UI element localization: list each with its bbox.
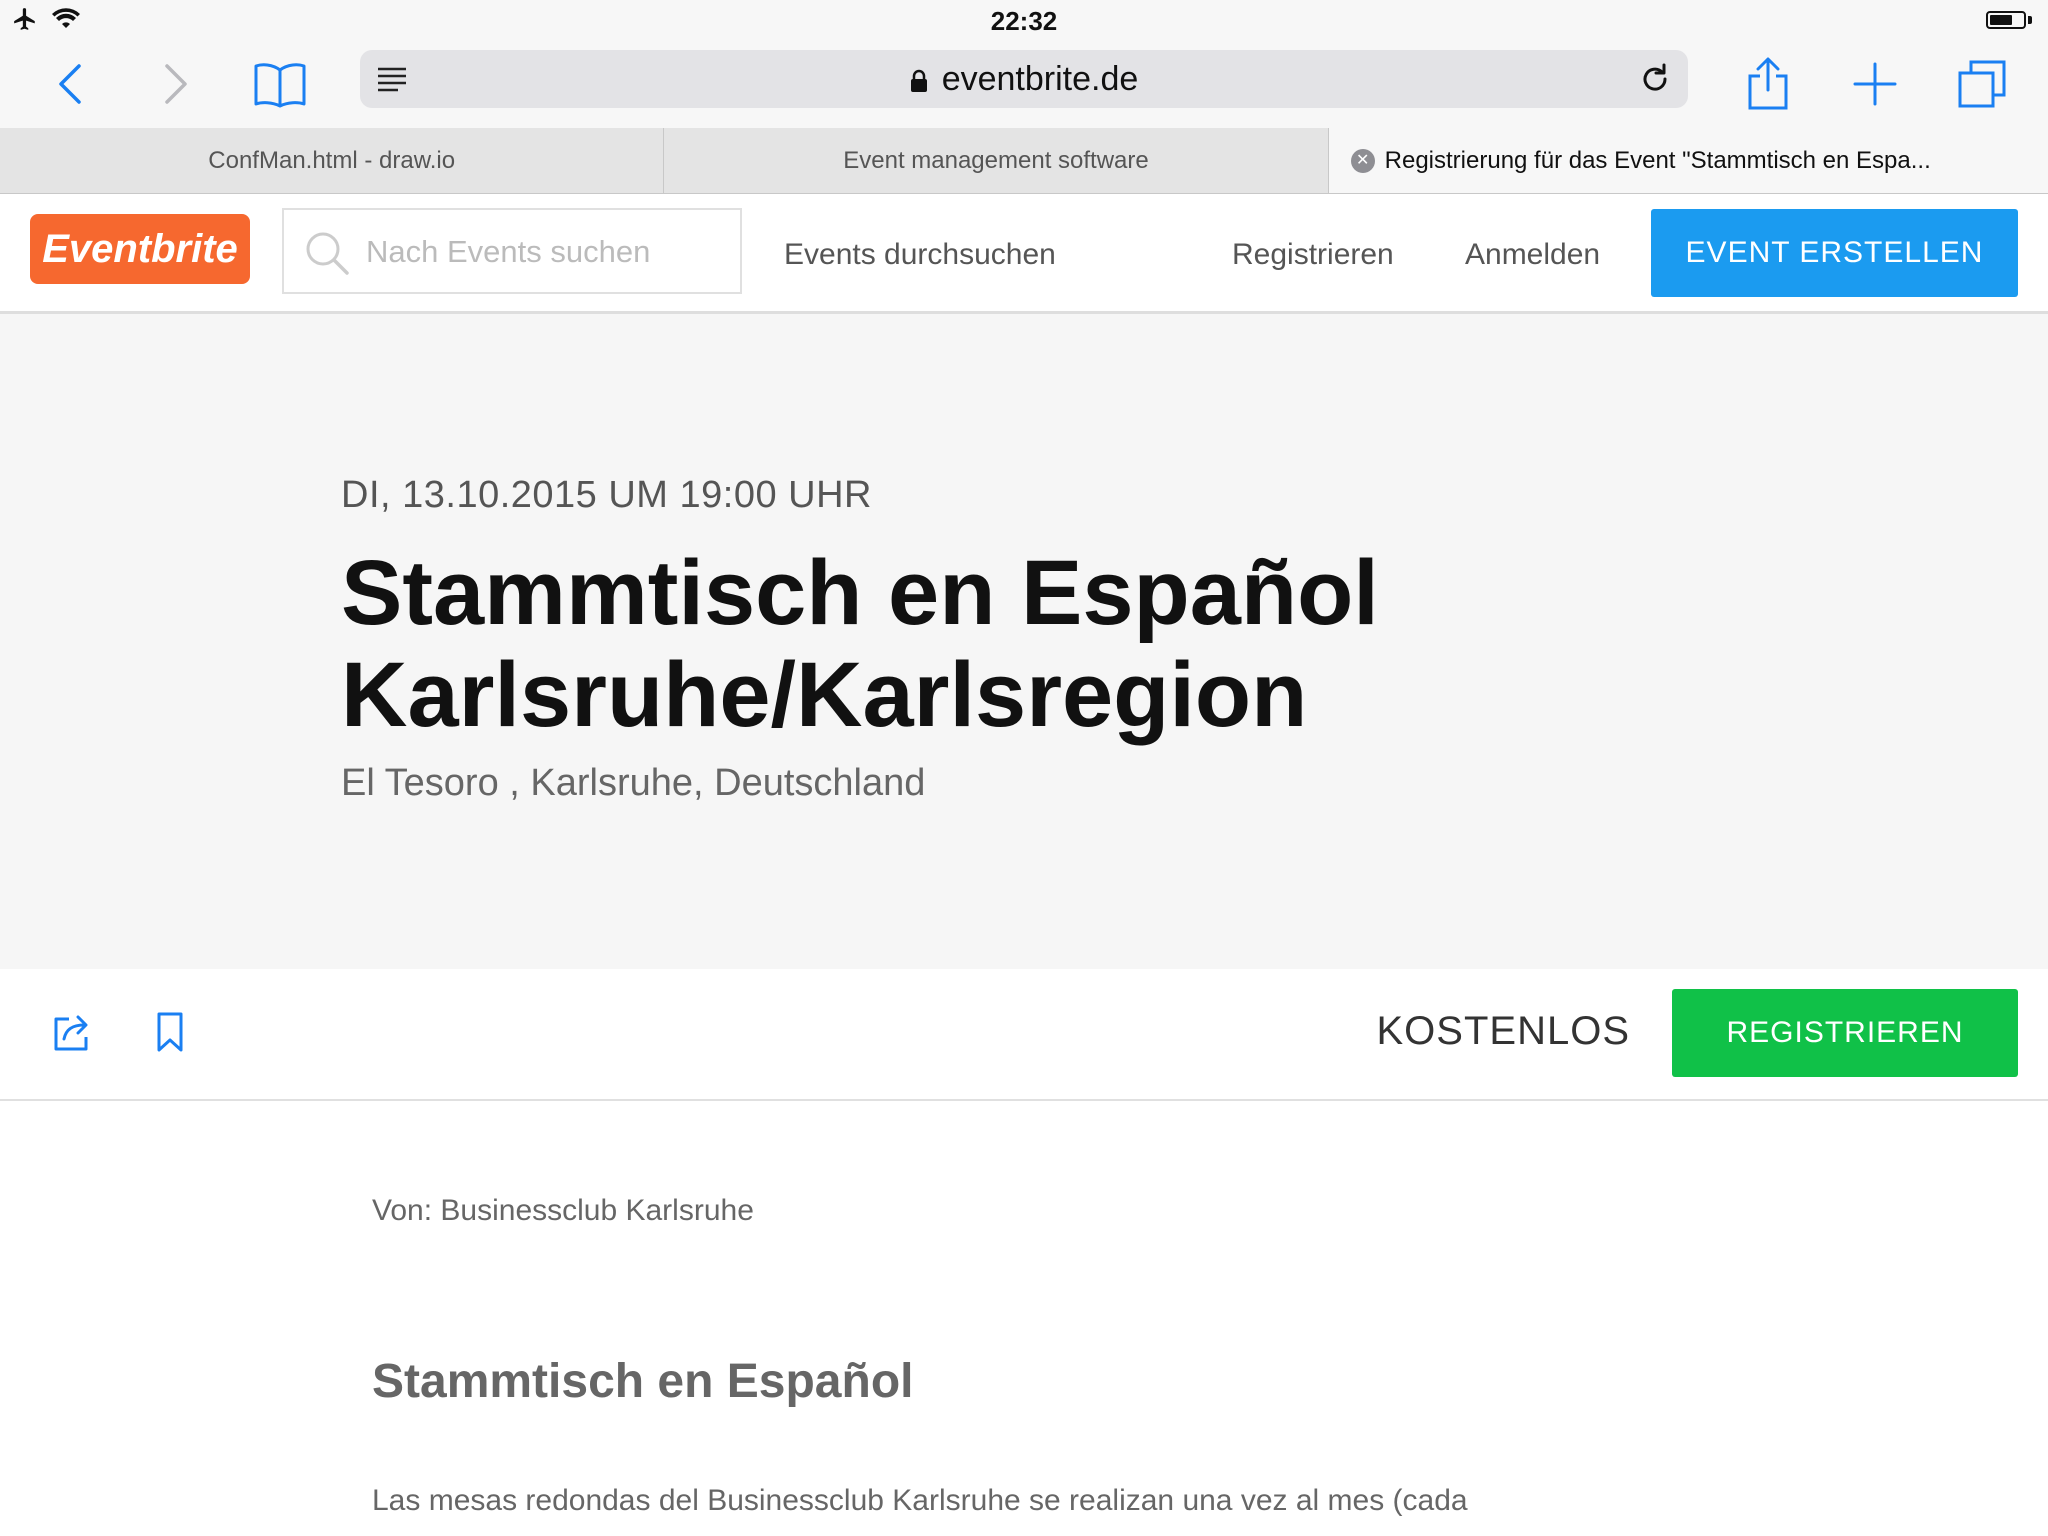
bookmark-icon[interactable] <box>156 1011 184 1053</box>
register-button[interactable]: REGISTRIEREN <box>1672 989 2018 1077</box>
search-icon <box>306 232 349 275</box>
event-action-bar: KOSTENLOS REGISTRIEREN <box>0 969 2048 1101</box>
reload-icon[interactable] <box>1638 62 1672 96</box>
search-input[interactable]: Nach Events suchen <box>282 208 742 294</box>
plus-icon <box>1853 62 1897 106</box>
tab-event-management[interactable]: Event management software <box>664 128 1329 193</box>
tab-registration[interactable]: ✕ Registrierung für das Event "Stammtisc… <box>1328 128 2048 193</box>
event-title-line-1: Stammtisch en Español <box>341 542 1379 644</box>
chevron-right-icon <box>165 64 187 104</box>
new-tab-button[interactable] <box>1845 54 1905 114</box>
eventbrite-logo[interactable]: Eventbrite <box>30 214 250 284</box>
share-event-icon[interactable] <box>52 1011 94 1053</box>
tab-overview-button[interactable] <box>1952 54 2012 114</box>
share-page-button[interactable] <box>1738 54 1798 114</box>
search-placeholder: Nach Events suchen <box>366 234 651 269</box>
forward-button[interactable] <box>146 54 206 114</box>
clock: 22:32 <box>990 6 1058 36</box>
back-button[interactable] <box>40 54 100 114</box>
tab-drawio[interactable]: ConfMan.html - draw.io <box>0 128 665 193</box>
battery-tip <box>2028 16 2032 24</box>
event-title-line-2: Karlsruhe/Karlsregion <box>341 644 1308 746</box>
event-description: Las mesas redondas del Businessclub Karl… <box>372 1484 1468 1517</box>
event-date: DI, 13.10.2015 UM 19:00 UHR <box>341 474 872 516</box>
event-title: Stammtisch en Español Karlsruhe/Karlsreg… <box>341 542 1841 746</box>
lock-icon <box>910 69 927 93</box>
close-tab-icon[interactable]: ✕ <box>1350 149 1375 173</box>
site-header: Eventbrite Nach Events suchen Events dur… <box>0 194 2048 314</box>
nav-browse-events[interactable]: Events durchsuchen <box>784 238 1056 272</box>
browser-toolbar: eventbrite.de <box>0 40 2048 128</box>
book-icon <box>254 63 306 108</box>
event-hero: DI, 13.10.2015 UM 19:00 UHR Stammtisch e… <box>0 314 2048 969</box>
organizer: Von: Businessclub Karlsruhe <box>372 1194 754 1227</box>
nav-register[interactable]: Registrieren <box>1232 238 1394 272</box>
tab-bar: ConfMan.html - draw.io Event management … <box>0 128 2048 194</box>
url-text: eventbrite.de <box>941 60 1139 98</box>
share-icon <box>1748 57 1788 110</box>
ticket-price: KOSTENLOS <box>1376 1009 1630 1053</box>
event-location: El Tesoro , Karlsruhe, Deutschland <box>341 762 926 804</box>
chevron-left-icon <box>59 64 81 104</box>
tab-registration-label: Registrierung für das Event "Stammtisch … <box>1384 146 1931 174</box>
battery-icon <box>1986 11 2026 29</box>
status-bar: 22:32 <box>0 0 2048 40</box>
create-event-button[interactable]: EVENT ERSTELLEN <box>1651 209 2018 297</box>
url-display[interactable]: eventbrite.de <box>360 60 1688 99</box>
section-title: Stammtisch en Español <box>372 1355 914 1408</box>
address-bar[interactable]: eventbrite.de <box>360 50 1688 108</box>
bookmarks-button[interactable] <box>250 54 310 114</box>
tabs-icon <box>1958 60 2006 108</box>
nav-login[interactable]: Anmelden <box>1465 238 1600 272</box>
